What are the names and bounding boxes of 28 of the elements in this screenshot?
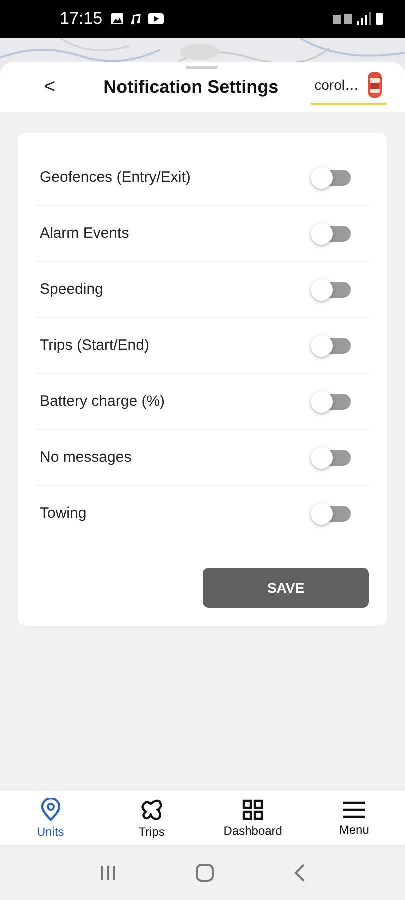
grid-icon (242, 798, 264, 820)
page-title: Notification Settings (102, 76, 280, 98)
save-button[interactable]: SAVE (203, 568, 369, 608)
setting-label: Towing (40, 505, 87, 522)
setting-label: Alarm Events (40, 225, 130, 242)
route-icon (140, 798, 164, 822)
signal-icon (333, 12, 385, 26)
unit-selector[interactable]: corol… (310, 69, 387, 105)
location-pin-icon (40, 798, 62, 822)
nav-tab[interactable]: Trips (101, 791, 202, 845)
nav-tab[interactable]: Units (0, 791, 102, 845)
car-icon (367, 71, 383, 99)
setting-label: Trips (Start/End) (40, 337, 150, 354)
setting-label: Speeding (40, 281, 104, 298)
setting-label: No messages (40, 449, 132, 466)
video-icon (148, 13, 164, 25)
setting-label: Battery charge (%) (40, 393, 166, 410)
gallery-icon (110, 13, 124, 25)
nav-tab[interactable]: Dashboard (202, 791, 304, 845)
music-icon (130, 13, 142, 25)
menu-icon (342, 800, 366, 820)
nav-tab[interactable]: Menu (304, 791, 405, 845)
back-button[interactable]: < (40, 76, 60, 98)
recent-apps-icon[interactable] (99, 864, 118, 880)
home-icon[interactable] (195, 862, 216, 882)
clock: 17:15 (60, 9, 103, 29)
back-icon[interactable] (294, 864, 306, 882)
setting-label: Geofences (Entry/Exit) (40, 169, 191, 186)
